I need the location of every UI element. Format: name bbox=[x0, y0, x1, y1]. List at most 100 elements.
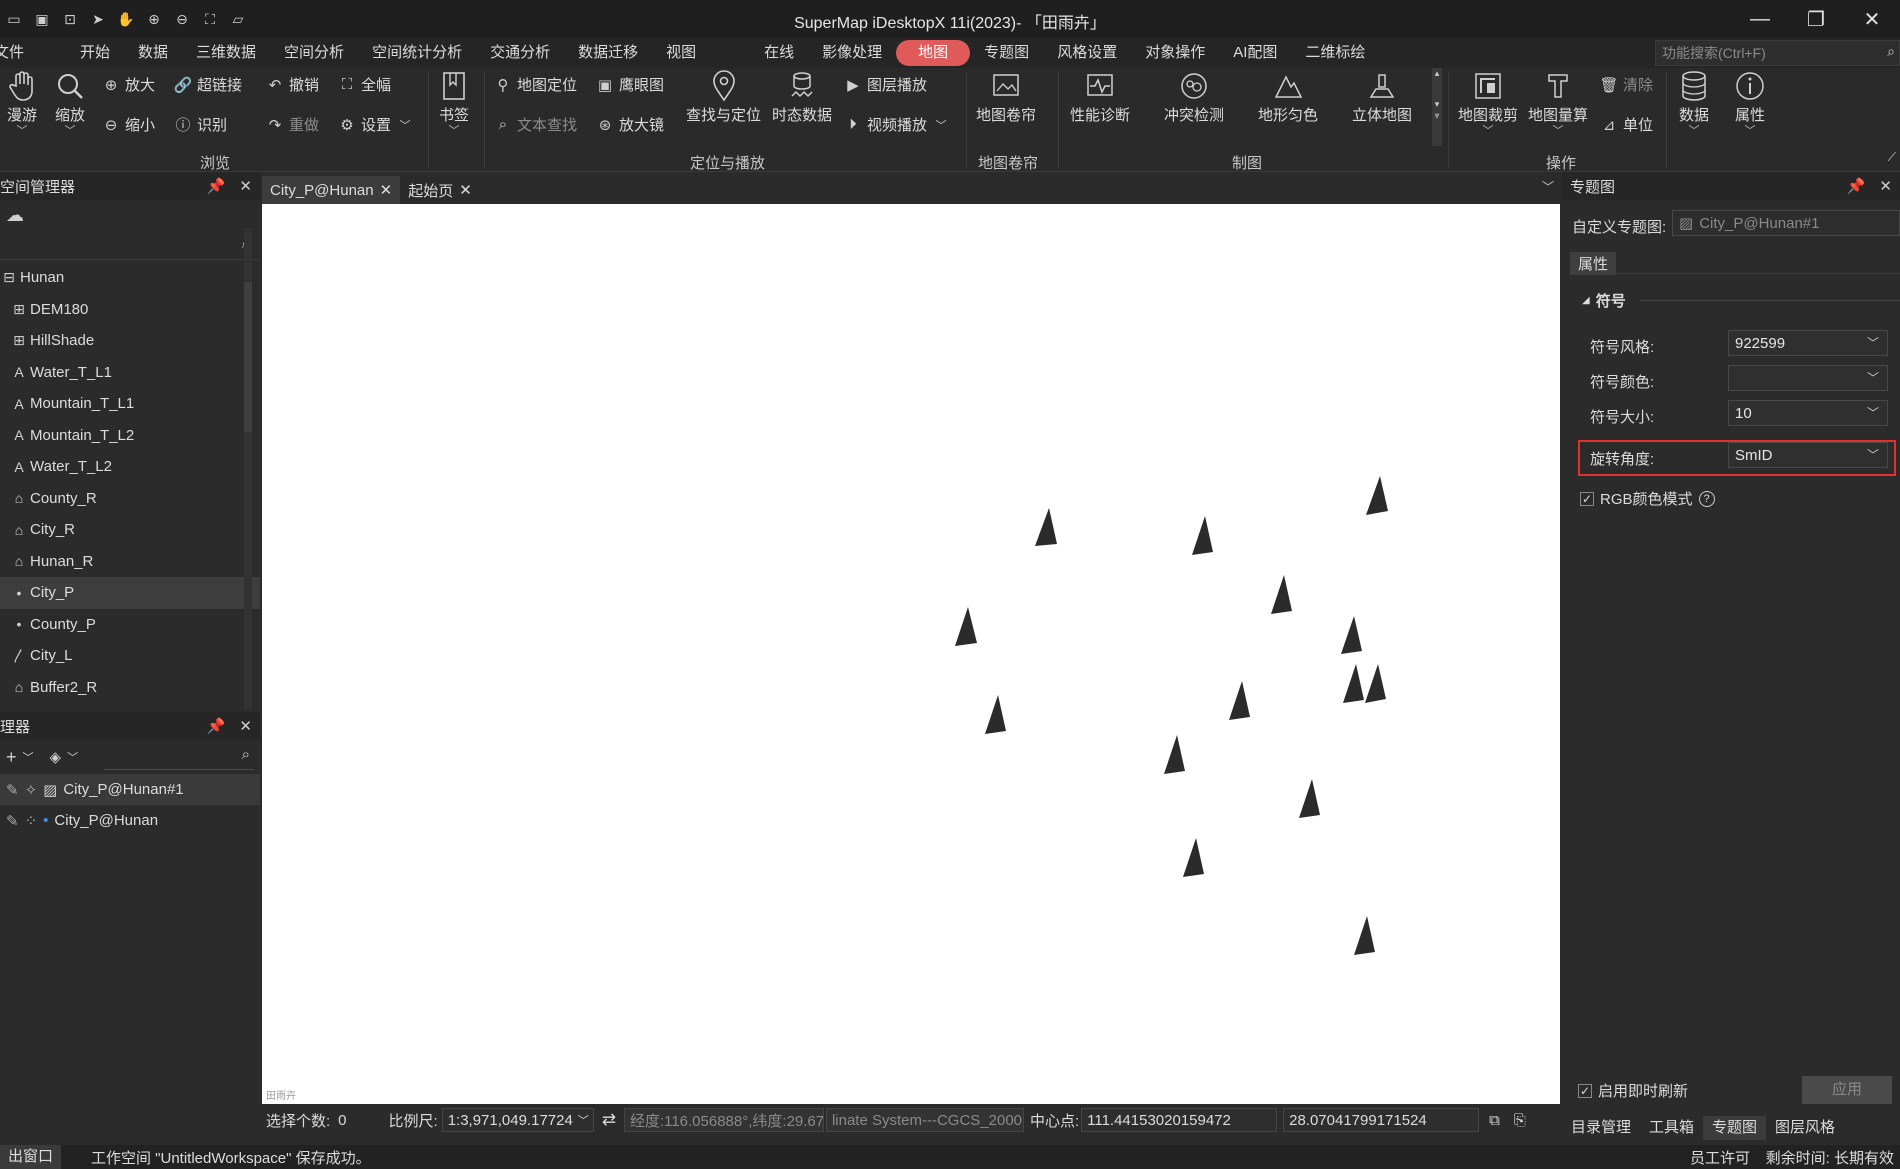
rgb-mode-checkbox[interactable]: ✓ bbox=[1580, 491, 1594, 506]
save-icon[interactable]: ▭ bbox=[4, 9, 24, 29]
redo-button[interactable]: ↷ 重做 bbox=[266, 114, 319, 135]
bookmark-button[interactable]: 书签 ﹀ bbox=[436, 68, 472, 137]
custom-thematic-select[interactable]: ▨ City_P@Hunan#1 bbox=[1672, 210, 1900, 236]
menu-data[interactable]: 数据 bbox=[124, 40, 182, 66]
selectable-icon[interactable]: ✧ bbox=[25, 781, 38, 799]
close-icon[interactable]: ✕ bbox=[1844, 0, 1900, 38]
minimize-icon[interactable]: — bbox=[1732, 0, 1788, 38]
ribbon-scroll[interactable]: ▴ ▾ ⩔ bbox=[1432, 68, 1442, 146]
chevron-down-icon[interactable]: ﹀ bbox=[23, 749, 34, 765]
find-locate-button[interactable]: 查找与定位 bbox=[686, 68, 761, 125]
properties-button[interactable]: 属性 ﹀ bbox=[1732, 68, 1768, 137]
pan-hand-icon[interactable]: ✋ bbox=[116, 9, 136, 29]
tree-item-hillshade[interactable]: ⊞ HillShade bbox=[0, 325, 260, 357]
map-canvas[interactable]: 田雨卉 bbox=[262, 204, 1560, 1104]
tree-item-city-r[interactable]: ⌂ City_R bbox=[0, 514, 260, 546]
undo-button[interactable]: ↶ 撤销 bbox=[266, 74, 319, 95]
chevron-down-icon[interactable]: ﹀ bbox=[67, 749, 78, 765]
tree-item-city-l[interactable]: 〳 City_L bbox=[0, 640, 260, 672]
city-point-symbol[interactable] bbox=[1354, 916, 1375, 955]
workspace-scroll-thumb[interactable] bbox=[244, 282, 252, 432]
map-locate-button[interactable]: ⚲ 地图定位 bbox=[494, 74, 578, 95]
function-search-input[interactable]: 功能搜索(Ctrl+F) ⌕ bbox=[1655, 40, 1900, 66]
center-y-input[interactable]: 28.07041799171524 bbox=[1283, 1108, 1480, 1132]
map-clip-button[interactable]: 地图裁剪 ﹀ bbox=[1458, 68, 1518, 137]
zoom-in-icon[interactable]: ⊕ bbox=[144, 9, 164, 29]
perf-diag-button[interactable]: 性能诊断 bbox=[1070, 68, 1130, 125]
menu-spatial-stats[interactable]: 空间统计分析 bbox=[358, 40, 476, 66]
city-point-symbol[interactable] bbox=[1365, 664, 1386, 703]
tree-item-mountain-t-l1[interactable]: A Mountain_T_L1 bbox=[0, 388, 260, 420]
menu-plotting[interactable]: 二维标绘 bbox=[1291, 40, 1379, 66]
paste-icon[interactable]: ⎘ bbox=[1514, 1112, 1526, 1129]
edit-pencil-icon[interactable]: ✎ bbox=[6, 812, 19, 830]
full-extent-button[interactable]: ⛶ 全幅 bbox=[338, 74, 391, 95]
symbol-style-select[interactable]: 922599 ﹀ bbox=[1728, 330, 1888, 356]
rotation-field-select[interactable]: SmID ﹀ bbox=[1728, 442, 1888, 468]
layer-play-button[interactable]: ▶ 图层播放 bbox=[844, 74, 927, 95]
city-point-symbol[interactable] bbox=[1299, 779, 1320, 818]
menu-ai-mapping[interactable]: AI配图 bbox=[1219, 40, 1291, 66]
city-point-symbol[interactable] bbox=[1192, 516, 1213, 555]
symbol-color-select[interactable]: ﹀ bbox=[1728, 365, 1888, 391]
layer-search-input[interactable]: ⌕ bbox=[104, 744, 254, 770]
add-icon[interactable]: + bbox=[6, 747, 17, 768]
restore-icon[interactable]: ❐ bbox=[1788, 0, 1844, 38]
scale-select[interactable]: 1:3,971,049.17724 ﹀ bbox=[441, 1108, 594, 1132]
select-arrow-icon[interactable]: ➤ bbox=[88, 9, 108, 29]
city-point-symbol[interactable] bbox=[1343, 664, 1364, 703]
close-icon[interactable]: ✕ bbox=[239, 717, 252, 735]
tree-item-hunan-r[interactable]: ⌂ Hunan_R bbox=[0, 546, 260, 578]
selectable-icon[interactable]: ⁘ bbox=[25, 812, 38, 830]
menu-style[interactable]: 风格设置 bbox=[1043, 40, 1131, 66]
tab-properties[interactable]: 属性 bbox=[1570, 252, 1617, 275]
tab-thematic[interactable]: 专题图 bbox=[1703, 1116, 1767, 1140]
conflict-button[interactable]: 冲突检测 bbox=[1164, 68, 1224, 125]
menu-traffic[interactable]: 交通分析 bbox=[476, 40, 564, 66]
map-curtain-button[interactable]: 地图卷帘 bbox=[976, 68, 1036, 125]
menu-object-ops[interactable]: 对象操作 bbox=[1131, 40, 1219, 66]
copy-icon[interactable]: ⧉ bbox=[1489, 1112, 1500, 1129]
tree-item-mountain-t-l2[interactable]: A Mountain_T_L2 bbox=[0, 420, 260, 452]
menu-start[interactable]: 开始 bbox=[66, 40, 124, 66]
video-play-button[interactable]: ⏵ 视频播放 ﹀ bbox=[844, 114, 950, 135]
tree-item-hunan[interactable]: ⊟ Hunan bbox=[0, 262, 260, 294]
city-point-symbol[interactable] bbox=[985, 695, 1006, 734]
zoom-out-button[interactable]: ⊖ 缩小 bbox=[102, 114, 155, 135]
zoom-button[interactable]: 缩放 ﹀ bbox=[52, 68, 88, 137]
folder-icon[interactable]: ▱ bbox=[228, 9, 248, 29]
chevron-down-icon[interactable]: ﹀ bbox=[1542, 178, 1554, 195]
menu-map[interactable]: 地图 bbox=[896, 40, 971, 66]
settings-button[interactable]: ⚙ 设置 ﹀ bbox=[338, 114, 414, 135]
menu-3d-data[interactable]: 三维数据 bbox=[182, 40, 270, 66]
close-icon[interactable]: ✕ bbox=[1879, 177, 1892, 195]
menu-file[interactable]: 文件 bbox=[0, 40, 38, 66]
tab-catalog[interactable]: 目录管理 bbox=[1562, 1116, 1640, 1140]
tab-toolbox[interactable]: 工具箱 bbox=[1640, 1116, 1703, 1140]
magnifier-button[interactable]: ⊛ 放大镜 bbox=[596, 114, 664, 135]
tab-city-p-map[interactable]: City_P@Hunan ✕ bbox=[262, 176, 401, 204]
ribbon-collapse-icon[interactable]: ⟋ bbox=[1888, 150, 1896, 165]
terrain-color-button[interactable]: 地形匀色 bbox=[1258, 68, 1318, 125]
city-point-symbol[interactable] bbox=[1183, 838, 1204, 877]
center-x-input[interactable]: 111.44153020159472 bbox=[1081, 1108, 1278, 1132]
city-point-symbol[interactable] bbox=[1164, 735, 1185, 774]
tab-layer-style[interactable]: 图层风格 bbox=[1766, 1116, 1844, 1140]
save-all-icon[interactable]: ▣ bbox=[32, 9, 52, 29]
hyperlink-button[interactable]: 🔗 超链接 bbox=[174, 74, 242, 95]
close-icon[interactable]: ✕ bbox=[239, 177, 252, 195]
menu-online[interactable]: 在线 bbox=[750, 40, 808, 66]
tree-item-city-p[interactable]: • City_P bbox=[0, 577, 260, 609]
tree-item-water-t-l2[interactable]: A Water_T_L2 bbox=[0, 451, 260, 483]
tree-item-buffer2-r[interactable]: ⌂ Buffer2_R bbox=[0, 672, 260, 704]
tree-item-county-p[interactable]: • County_P bbox=[0, 609, 260, 641]
edit-pencil-icon[interactable]: ✎ bbox=[6, 781, 19, 799]
menu-thematic[interactable]: 专题图 bbox=[970, 40, 1043, 66]
layer-item[interactable]: ✎ ⁘ • City_P@Hunan bbox=[0, 805, 260, 836]
tree-item-water-t-l1[interactable]: A Water_T_L1 bbox=[0, 357, 260, 389]
3d-map-button[interactable]: 立体地图 bbox=[1352, 68, 1412, 125]
map-measure-button[interactable]: 地图量算 ﹀ bbox=[1528, 68, 1588, 137]
data-button[interactable]: 数据 ﹀ bbox=[1676, 68, 1712, 137]
swap-icon[interactable]: ⇄ bbox=[602, 1110, 616, 1130]
unit-button[interactable]: ⊿ 单位 bbox=[1600, 114, 1653, 135]
